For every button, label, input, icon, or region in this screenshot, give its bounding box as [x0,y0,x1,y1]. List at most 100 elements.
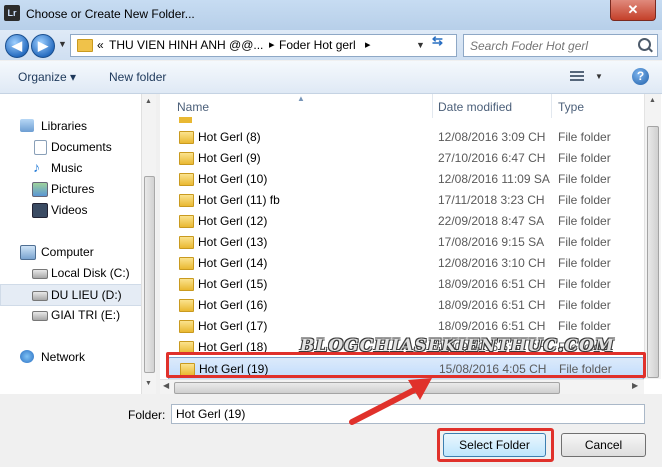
file-type: File folder [558,256,611,270]
file-name: Hot Gerl (16) [198,298,268,312]
search-input[interactable] [468,37,632,54]
refresh-icon[interactable]: ⇆ [432,33,443,49]
nav-item-label: Pictures [51,182,95,196]
address-dropdown-icon[interactable]: ▼ [416,40,425,50]
file-row[interactable]: Hot Gerl (9) 27/10/2016 6:47 CH File folde… [168,147,642,168]
file-name: Hot Gerl (17) [198,319,268,333]
folder-icon [179,194,194,207]
scroll-up-icon[interactable]: ▲ [649,97,656,104]
drive-icon [32,291,48,301]
back-button[interactable]: ◀ [5,34,29,58]
nav-item-computer[interactable]: Computer [0,242,140,262]
nav-item-documents[interactable]: Documents [0,137,140,157]
scroll-left-icon[interactable]: ◀ [163,381,169,390]
sort-ascending-icon: ▲ [297,94,305,103]
nav-item-label: Local Disk (C:) [51,266,130,280]
folder-icon [179,320,194,333]
file-row[interactable]: Hot Gerl (8) 12/08/2016 3:09 CH File folde… [168,126,642,147]
column-divider[interactable] [432,94,433,118]
file-date-modified: 27/10/2016 6:47 CH [438,151,546,165]
breadcrumb-overflow[interactable]: « [97,38,104,52]
file-row[interactable]: Hot Gerl (12) 22/09/2018 8:47 SA File fold… [168,210,642,231]
dialog-footer: Folder: Select Folder Cancel [0,394,662,467]
file-type: File folder [558,214,611,228]
libraries-icon [20,119,34,132]
new-folder-button[interactable]: New folder [109,70,166,84]
file-type: File folder [558,151,611,165]
folder-icon [77,39,93,52]
scrollbar-thumb[interactable] [144,176,155,373]
address-bar-row: ◀ ▶ ▼ « THU VIEN HINH ANH @@... ▸ Foder … [0,30,662,60]
nav-item-libraries[interactable]: Libraries [0,116,140,136]
folder-icon [179,215,194,228]
nav-item-label: Libraries [41,119,88,133]
folder-icon [179,299,194,312]
column-header-date[interactable]: Date modified [438,100,512,114]
file-row[interactable]: Hot Gerl (11) fb 17/11/2018 3:23 CH File f… [168,189,642,210]
file-row[interactable]: Hot Gerl (17) 18/09/2016 6:51 CH File fold… [168,315,642,336]
partial-row [168,117,642,123]
drive-icon [32,311,48,321]
breadcrumb-chevron-icon[interactable]: ▸ [365,38,371,51]
file-type: File folder [558,172,611,186]
nav-item-label: Music [51,161,83,175]
nav-item-videos[interactable]: Videos [0,200,140,220]
file-date-modified: 18/09/2016 6:51 CH [438,298,546,312]
scrollbar-thumb[interactable] [647,126,659,378]
file-name: Hot Gerl (8) [198,130,261,144]
nav-item-music[interactable]: ♪ Music [0,158,140,178]
nav-item-du-lieu-d[interactable]: DU LIEU (D:) [0,284,142,306]
scroll-right-icon[interactable]: ▶ [632,381,638,390]
window-title: Choose or Create New Folder... [26,7,195,21]
file-name: Hot Gerl (11) fb [198,193,280,207]
nav-item-label: DU LIEU (D:) [51,288,122,302]
column-header-type[interactable]: Type [558,100,584,114]
title-bar: Lr Choose or Create New Folder... ✕ [0,0,662,31]
nav-item-label: Videos [51,203,88,217]
file-row[interactable]: Hot Gerl (16) 18/09/2016 6:51 CH File fold… [168,294,642,315]
nav-item-label: GIAI TRI (E:) [51,308,121,322]
recent-pages-dropdown[interactable]: ▼ [58,39,67,49]
file-row[interactable]: Hot Gerl (15) 18/09/2016 6:51 CH File fold… [168,273,642,294]
breadcrumb-chevron-icon[interactable]: ▸ [269,38,275,51]
file-date-modified: 17/08/2016 9:15 SA [438,235,545,249]
nav-item-label: Computer [41,245,94,259]
nav-item-network[interactable]: Network [0,347,140,367]
view-options-icon[interactable] [570,71,584,82]
file-type: File folder [558,298,611,312]
breadcrumb-item[interactable]: THU VIEN HINH ANH @@... [109,38,263,52]
search-box[interactable] [463,34,658,57]
nav-item-pictures[interactable]: Pictures [0,179,140,199]
breadcrumb-item[interactable]: Foder Hot gerl [279,38,356,52]
navigation-scrollbar[interactable]: ▲ ▼ [141,94,156,394]
file-row[interactable]: Hot Gerl (13) 17/08/2016 9:15 SA File fold… [168,231,642,252]
forward-button[interactable]: ▶ [31,34,55,58]
lightroom-app-icon: Lr [4,5,20,21]
computer-icon [20,245,36,260]
file-list-vertical-scrollbar[interactable]: ▲ [644,94,661,379]
nav-item-local-disk-c[interactable]: Local Disk (C:) [0,263,140,283]
file-row[interactable]: Hot Gerl (10) 12/08/2016 11:09 SA File fol… [168,168,642,189]
organize-button[interactable]: Organize ▾ [18,70,76,84]
command-toolbar: Organize ▾ New folder ▼ ? [0,61,662,94]
column-divider[interactable] [551,94,552,118]
help-icon[interactable]: ? [632,68,649,85]
scroll-down-icon[interactable]: ▼ [145,380,152,387]
file-name: Hot Gerl (15) [198,277,268,291]
close-button[interactable]: ✕ [610,0,656,21]
scroll-up-icon[interactable]: ▲ [145,98,152,105]
column-header-name[interactable]: Name [177,100,209,114]
folder-icon [179,117,192,123]
nav-item-label: Documents [51,140,112,154]
nav-item-giai-tri-e[interactable]: GIAI TRI (E:) [0,305,140,325]
file-row[interactable]: Hot Gerl (14) 12/08/2016 3:10 CH File fold… [168,252,642,273]
drive-icon [32,269,48,279]
videos-icon [32,203,48,218]
address-bar[interactable]: « THU VIEN HINH ANH @@... ▸ Foder Hot ge… [70,34,457,57]
documents-icon [34,140,47,155]
folder-icon [179,131,194,144]
file-name: Hot Gerl (10) [198,172,268,186]
network-icon [20,350,34,363]
cancel-button[interactable]: Cancel [561,433,646,457]
view-dropdown-icon[interactable]: ▼ [595,72,603,81]
